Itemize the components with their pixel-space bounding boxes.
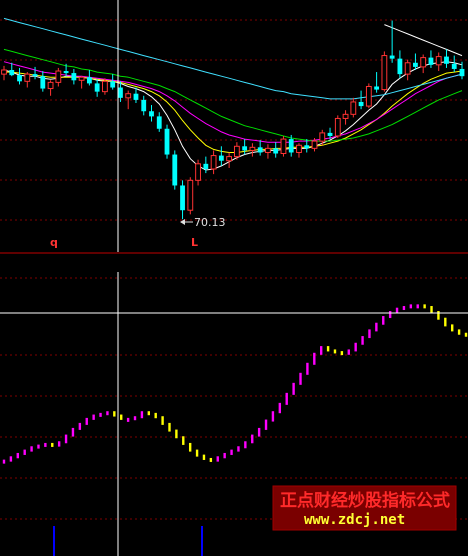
candle-body-down bbox=[288, 139, 294, 153]
candle-body-down bbox=[327, 132, 333, 136]
candle-body-up bbox=[350, 101, 357, 115]
candle-body-up bbox=[233, 145, 240, 158]
marker-l: L bbox=[191, 236, 198, 249]
candle-body-up bbox=[381, 55, 388, 91]
candle-body-down bbox=[40, 76, 46, 89]
marker-q: q bbox=[50, 236, 58, 249]
candle-body-up bbox=[249, 146, 256, 151]
candle-body-up bbox=[78, 76, 85, 81]
candle-body-down bbox=[273, 148, 279, 154]
candle-body-up bbox=[210, 155, 217, 170]
candle-body-up bbox=[102, 80, 108, 93]
candle-body-up bbox=[311, 140, 318, 149]
watermark-title: 正点财经炒股指标公式 bbox=[280, 490, 450, 511]
candle-body-down bbox=[444, 56, 449, 64]
candle-body-down bbox=[9, 69, 15, 76]
candle-body-down bbox=[94, 83, 100, 92]
moving-average-lines bbox=[3, 17, 463, 171]
candle-body-down bbox=[32, 74, 38, 77]
candle-body-down bbox=[63, 71, 69, 74]
low-price-label: 70.13 bbox=[194, 216, 226, 229]
candle-body-down bbox=[397, 58, 403, 75]
candle-body-up bbox=[187, 179, 194, 211]
watermark: 正点财经炒股指标公式 www.zdcj.net bbox=[272, 485, 457, 531]
candle-body-up bbox=[334, 117, 341, 137]
candle-body-down bbox=[149, 111, 154, 117]
candle-body-up bbox=[280, 138, 287, 155]
candle-body-up bbox=[404, 62, 411, 75]
candle-body-down bbox=[164, 128, 170, 155]
candle-body-up bbox=[55, 70, 62, 83]
stock-chart: 70.13 q L 正点财经炒股指标公式 www.zdcj.net bbox=[0, 0, 468, 556]
candle-body-down bbox=[413, 62, 418, 67]
candle-body-up bbox=[125, 93, 132, 99]
candle-body-down bbox=[156, 116, 162, 129]
candle-body-down bbox=[218, 155, 224, 161]
candle-body-up bbox=[319, 132, 326, 142]
candle-body-up bbox=[226, 156, 233, 162]
oscillator-series bbox=[2, 304, 468, 464]
signal-bars bbox=[53, 526, 203, 556]
candle-body-up bbox=[365, 85, 372, 107]
candle-body-down bbox=[172, 154, 178, 186]
candle-body-down bbox=[428, 57, 434, 65]
candle-body-up bbox=[1, 69, 7, 75]
candle-body-down bbox=[242, 146, 248, 151]
candle-body-down bbox=[304, 145, 310, 149]
candle-body-down bbox=[71, 73, 77, 81]
ma-line-4 bbox=[3, 17, 463, 100]
candle-body-down bbox=[141, 99, 147, 112]
signal-bar-1 bbox=[201, 526, 203, 556]
signal-bar-0 bbox=[53, 526, 55, 556]
low-annotation: 70.13 bbox=[180, 216, 226, 229]
candlestick-series bbox=[1, 20, 465, 220]
candle-body-down bbox=[459, 68, 465, 77]
candle-body-up bbox=[265, 147, 271, 153]
candle-body-down bbox=[389, 55, 395, 59]
candle-body-down bbox=[257, 147, 263, 153]
candle-body-down bbox=[374, 86, 380, 90]
candle-body-up bbox=[47, 81, 54, 90]
candle-body-up bbox=[24, 73, 31, 82]
candle-body-down bbox=[118, 87, 123, 98]
watermark-url: www.zdcj.net bbox=[304, 512, 405, 528]
candle-body-down bbox=[451, 63, 457, 69]
candle-body-down bbox=[17, 75, 22, 82]
candle-body-down bbox=[358, 101, 364, 107]
grid-lines bbox=[0, 19, 468, 520]
candle-body-up bbox=[296, 144, 302, 153]
candle-body-up bbox=[342, 113, 349, 119]
ma-line-3 bbox=[3, 48, 463, 142]
candle-body-up bbox=[435, 56, 442, 66]
candle-body-up bbox=[420, 57, 427, 68]
candle-body-down bbox=[110, 81, 116, 88]
candle-body-down bbox=[133, 93, 139, 100]
ma-line-5 bbox=[384, 24, 463, 57]
candle-body-up bbox=[195, 163, 201, 181]
candle-body-down bbox=[86, 77, 92, 84]
candle-body-down bbox=[180, 185, 185, 211]
candle-body-down bbox=[203, 163, 209, 169]
